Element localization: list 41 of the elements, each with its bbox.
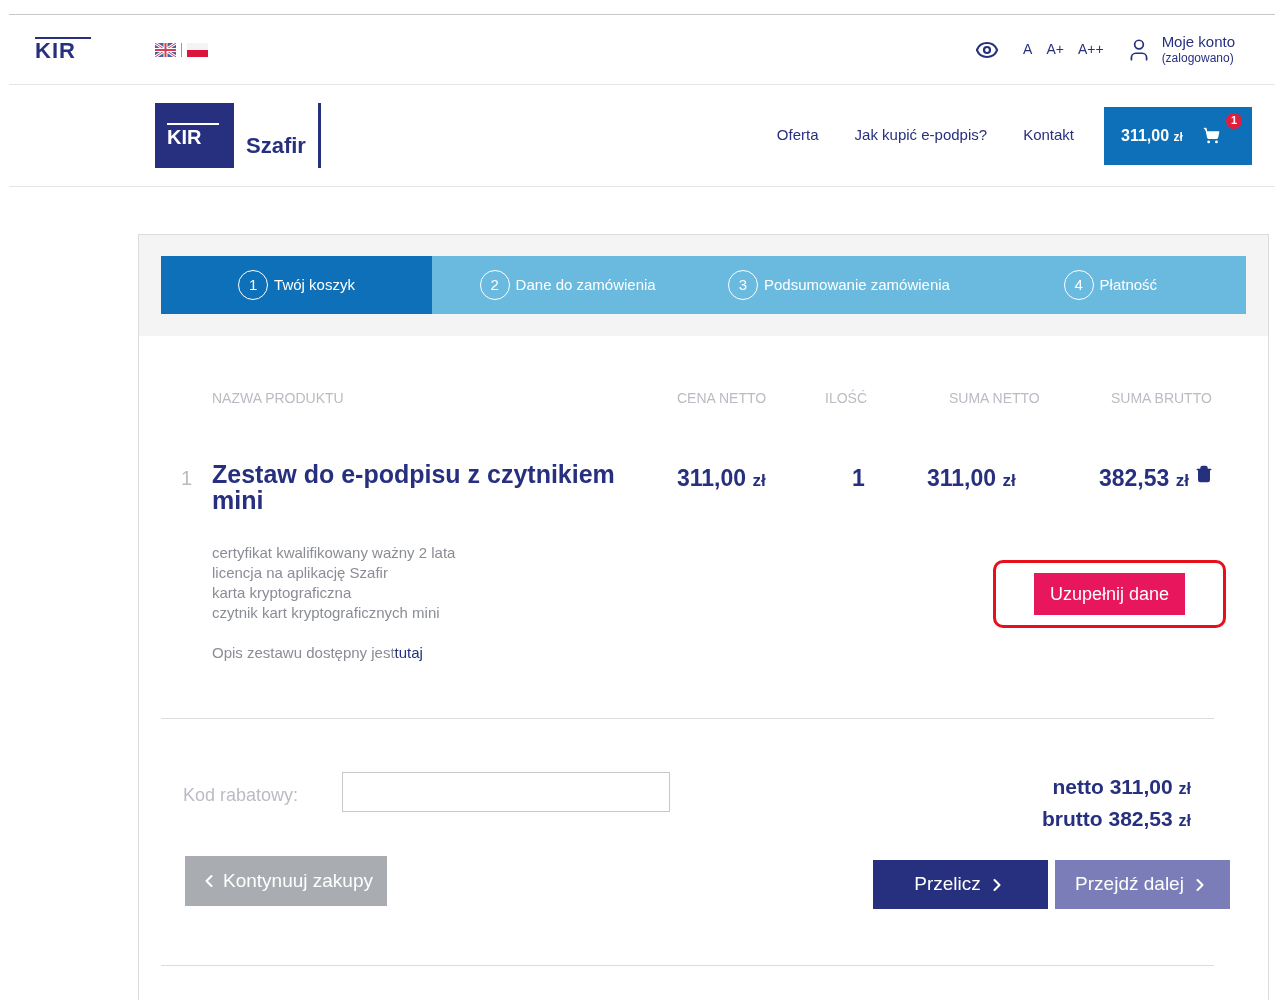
quantity: 1 <box>852 464 866 493</box>
column-header: SUMA BRUTTO <box>1111 389 1213 408</box>
column-header: NAZWA PRODUKTU <box>212 389 345 408</box>
kir-logo[interactable]: KIR <box>35 36 91 63</box>
fill-data-button[interactable]: Uzupełnij dane <box>1034 573 1185 615</box>
order-total: brutto 382,53 zł <box>1041 806 1191 832</box>
nav-link[interactable]: Kontakt <box>1023 124 1074 147</box>
cart-count-badge: 1 <box>1226 112 1242 129</box>
szafir-logo-text: Szafir <box>246 132 306 160</box>
net-sum: 311,00 zł <box>927 464 1017 493</box>
discount-label: Kod rabatowy: <box>183 784 300 807</box>
poland-flag-icon[interactable] <box>187 42 208 57</box>
product-name: Zestaw do e-podpisu z czytnikiem mini <box>212 461 616 513</box>
nav-link[interactable]: Oferta <box>776 124 819 147</box>
package-item: czytnik kart kryptograficznych mini <box>212 603 440 623</box>
kir-logo[interactable]: KIR <box>155 103 234 168</box>
nav-link[interactable]: Jak kupić e-podpis? <box>854 124 988 147</box>
cart-button[interactable]: 311,00 zł 1 <box>1104 106 1252 165</box>
package-item: certyfikat kwalifikowany ważny 2 lata <box>212 543 456 563</box>
account-link[interactable]: Moje konto <box>1161 32 1235 50</box>
column-header: SUMA NETTO <box>949 389 1041 408</box>
cart-icon <box>1202 127 1220 144</box>
discount-code-field[interactable] <box>342 772 670 812</box>
description-link[interactable]: tutaj <box>394 644 423 661</box>
row-number: 1 <box>181 466 194 491</box>
column-header: CENA NETTO <box>677 389 768 408</box>
login-status: (zalogowano) <box>1161 50 1235 67</box>
gross-sum: 382,53 zł <box>1099 464 1189 493</box>
font-size-link[interactable]: A <box>1023 39 1033 60</box>
column-header: ILOŚĆ <box>825 388 868 408</box>
order-total: netto 311,00 zł <box>1052 774 1191 800</box>
package-item: karta kryptograficzna <box>212 583 352 603</box>
description-text: Opis zestawu dostępny jesttutaj <box>212 643 423 663</box>
font-size-link[interactable]: A+ <box>1046 39 1064 60</box>
font-size-link[interactable]: A++ <box>1077 39 1104 60</box>
next-button[interactable]: Przelicz <box>873 860 1048 909</box>
checkout-step-tab[interactable]: 1 Twój koszyk <box>161 256 432 314</box>
net-price: 311,00 zł <box>677 464 767 493</box>
delete-icon[interactable] <box>1195 465 1213 483</box>
package-item: licencja na aplikację Szafir <box>212 563 388 583</box>
uk-flag-icon[interactable] <box>155 42 176 57</box>
